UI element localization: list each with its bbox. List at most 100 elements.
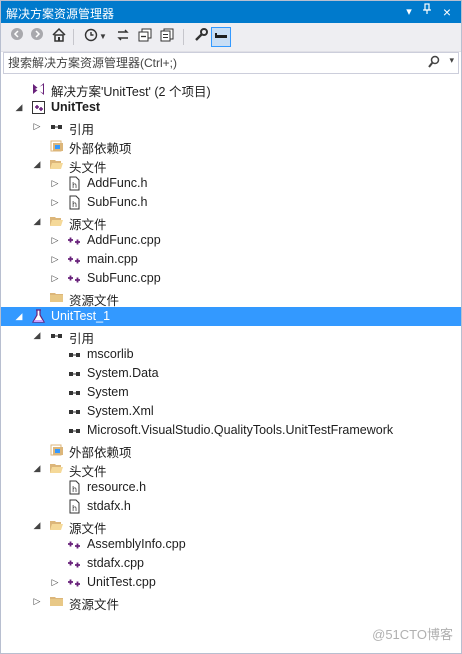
forward-icon[interactable] [27, 27, 47, 47]
folder-open-icon [49, 461, 64, 476]
tree-item[interactable]: ◢ 引用 [1, 326, 461, 346]
cpp-file-icon [67, 537, 82, 552]
collapsed-arrow-icon[interactable]: ▷ [31, 592, 43, 611]
references-icon [49, 119, 64, 134]
close-icon[interactable]: × [439, 3, 455, 21]
test-project-icon [31, 309, 46, 324]
expanded-arrow-icon[interactable]: ◢ [31, 516, 43, 535]
tree-item[interactable]: 资源文件 [1, 288, 461, 308]
tree-item[interactable]: System.Xml [1, 402, 461, 421]
pin-icon[interactable] [419, 3, 435, 21]
tree-item[interactable]: ◢ UnitTest [1, 98, 461, 117]
expanded-arrow-icon[interactable]: ◢ [31, 155, 43, 174]
tree-item[interactable]: mscorlib [1, 345, 461, 364]
search-icon[interactable] [428, 55, 440, 71]
expanded-arrow-icon[interactable]: ◢ [31, 459, 43, 478]
tree-item-label: stdafx.h [87, 499, 131, 513]
search-options-dropdown-icon[interactable]: ▾ [449, 55, 454, 66]
tree-item-label: main.cpp [87, 252, 138, 266]
collapsed-arrow-icon[interactable]: ▷ [49, 193, 61, 212]
watermark: @51CTO博客 [372, 627, 453, 642]
collapsed-arrow-icon[interactable]: ▷ [49, 269, 61, 288]
cpp-file-icon [67, 575, 82, 590]
sync-with-active-document-icon[interactable] [113, 27, 133, 47]
tree-item-label: Microsoft.VisualStudio.QualityTools.Unit… [87, 423, 394, 437]
tree-item[interactable]: stdafx.cpp [1, 554, 461, 573]
tree-item[interactable]: h stdafx.h [1, 497, 461, 516]
tree-item-label: AddFunc.h [87, 176, 148, 190]
collapse-all-icon[interactable] [135, 27, 155, 47]
tree-item[interactable]: ◢ 头文件 [1, 459, 461, 479]
tree-item[interactable]: ▷ 资源文件 [1, 592, 461, 612]
collapsed-arrow-icon[interactable]: ▷ [49, 573, 61, 592]
expanded-arrow-icon[interactable]: ◢ [31, 326, 43, 345]
tree-item[interactable]: 外部依赖项 [1, 136, 461, 156]
show-all-files-icon[interactable] [157, 27, 177, 47]
assembly-ref-icon [67, 366, 82, 381]
title-bar: 解决方案资源管理器 ▾ × [1, 1, 461, 23]
header-file-icon: h [67, 176, 82, 191]
tree-item[interactable]: ▷ h AddFunc.h [1, 174, 461, 193]
collapsed-arrow-icon[interactable]: ▷ [49, 231, 61, 250]
references-icon [49, 328, 64, 343]
chevron-down-icon[interactable]: ▼ [98, 27, 108, 47]
svg-text:h: h [72, 485, 77, 494]
tree-item[interactable]: System.Data [1, 364, 461, 383]
tree-item-label: mscorlib [87, 347, 134, 361]
tree-item[interactable]: ◢ 源文件 [1, 516, 461, 536]
tree-item-label: System.Xml [87, 404, 154, 418]
tree-item[interactable]: ◢ UnitTest_1 [1, 307, 461, 326]
cpp-file-icon [67, 556, 82, 571]
tree-item[interactable]: ▷ main.cpp [1, 250, 461, 269]
tree-item[interactable]: 解决方案'UnitTest' (2 个项目) [1, 79, 461, 99]
search-input[interactable] [4, 53, 428, 73]
tree-item-label: AssemblyInfo.cpp [87, 537, 186, 551]
tree-item[interactable]: Microsoft.VisualStudio.QualityTools.Unit… [1, 421, 461, 440]
tree-item-label: System [87, 385, 129, 399]
tree-item-label: stdafx.cpp [87, 556, 144, 570]
expanded-arrow-icon[interactable]: ◢ [13, 307, 25, 326]
expanded-arrow-icon[interactable]: ◢ [31, 212, 43, 231]
tree-item[interactable]: ▷ UnitTest.cpp [1, 573, 461, 592]
tree-item[interactable]: 外部依赖项 [1, 440, 461, 460]
solution-icon [31, 81, 46, 96]
toolbar-separator [183, 29, 184, 45]
collapsed-arrow-icon[interactable]: ▷ [31, 117, 43, 136]
preview-selected-items-icon[interactable] [211, 27, 231, 47]
svg-text:h: h [72, 200, 77, 209]
tree-item[interactable]: AssemblyInfo.cpp [1, 535, 461, 554]
tree-item-label: resource.h [87, 480, 147, 494]
tree-item[interactable]: ▷ h SubFunc.h [1, 193, 461, 212]
assembly-ref-icon [67, 385, 82, 400]
toolbar-separator [73, 29, 74, 45]
window-position-dropdown-icon[interactable]: ▾ [401, 3, 417, 21]
tree-item[interactable]: ◢ 源文件 [1, 212, 461, 232]
solution-explorer-window: 解决方案资源管理器 ▾ × ▼ 搜索解决方案资源管理器(Ctrl+;) ▾ 解决… [0, 0, 462, 654]
expanded-arrow-icon[interactable]: ◢ [13, 98, 25, 117]
home-icon[interactable] [49, 27, 69, 47]
assembly-ref-icon [67, 347, 82, 362]
collapsed-arrow-icon[interactable]: ▷ [49, 174, 61, 193]
cpp-file-icon [67, 271, 82, 286]
tree-item[interactable]: h resource.h [1, 478, 461, 497]
tree-item[interactable]: System [1, 383, 461, 402]
tree-item-label: AddFunc.cpp [87, 233, 161, 247]
tree-item[interactable]: ▷ AddFunc.cpp [1, 231, 461, 250]
tree-item[interactable]: ▷ SubFunc.cpp [1, 269, 461, 288]
collapsed-arrow-icon[interactable]: ▷ [49, 250, 61, 269]
tree-item[interactable]: ▷ 引用 [1, 117, 461, 137]
back-icon[interactable] [7, 27, 27, 47]
tree-item[interactable]: ◢ 头文件 [1, 155, 461, 175]
svg-text:h: h [72, 181, 77, 190]
toolbar: ▼ [1, 23, 461, 52]
properties-wrench-icon[interactable] [191, 27, 211, 47]
